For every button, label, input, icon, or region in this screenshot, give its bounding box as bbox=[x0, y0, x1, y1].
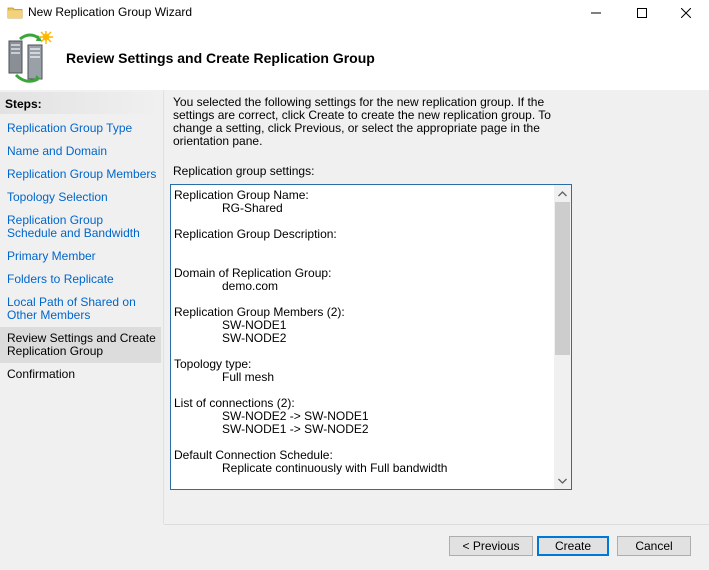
step-topology-selection[interactable]: Topology Selection bbox=[7, 191, 157, 204]
page-title: Review Settings and Create Replication G… bbox=[66, 50, 375, 66]
wizard-folder-icon bbox=[7, 7, 23, 19]
vertical-scrollbar[interactable] bbox=[554, 185, 571, 489]
step-replication-group-members[interactable]: Replication Group Members bbox=[7, 168, 157, 181]
window-title: New Replication Group Wizard bbox=[28, 5, 193, 19]
close-button[interactable] bbox=[663, 0, 709, 26]
close-icon bbox=[681, 8, 691, 18]
title-bar: New Replication Group Wizard bbox=[0, 0, 709, 26]
cancel-button[interactable]: Cancel bbox=[617, 536, 691, 556]
name-value: RG-Shared bbox=[222, 201, 283, 215]
step-confirmation: Confirmation bbox=[7, 367, 76, 381]
maximize-button[interactable] bbox=[619, 0, 665, 26]
connection-item: SW-NODE1 -> SW-NODE2 bbox=[222, 422, 369, 436]
description-label: Replication Group Description: bbox=[174, 227, 337, 241]
step-name-and-domain[interactable]: Name and Domain bbox=[7, 145, 157, 158]
topology-value: Full mesh bbox=[222, 370, 275, 384]
chevron-up-icon bbox=[558, 190, 567, 196]
wizard-footer: < Previous Create Cancel bbox=[0, 525, 709, 570]
intro-text: You selected the following settings for … bbox=[173, 95, 551, 148]
domain-value: demo.com bbox=[222, 279, 279, 293]
previous-button[interactable]: < Previous bbox=[449, 536, 533, 556]
steps-pane: Steps: Replication Group Type Name and D… bbox=[0, 90, 162, 524]
step-local-path-other-members[interactable]: Local Path of Shared on Other Members bbox=[7, 296, 157, 322]
maximize-icon bbox=[637, 8, 647, 18]
steps-heading: Steps: bbox=[0, 92, 161, 114]
step-schedule-and-bandwidth[interactable]: Replication Group Schedule and Bandwidth bbox=[7, 214, 147, 240]
wizard-header: Review Settings and Create Replication G… bbox=[0, 26, 709, 90]
settings-label: Replication group settings: bbox=[173, 164, 315, 178]
create-button[interactable]: Create bbox=[537, 536, 609, 556]
steps-heading-label: Steps: bbox=[5, 97, 42, 111]
wizard-body: Steps: Replication Group Type Name and D… bbox=[0, 90, 709, 570]
step-replication-group-type[interactable]: Replication Group Type bbox=[7, 122, 157, 135]
minimize-icon bbox=[591, 12, 601, 14]
replication-servers-icon bbox=[8, 31, 53, 83]
chevron-down-icon bbox=[558, 478, 567, 484]
step-review-settings-current: Review Settings and Create Replication G… bbox=[0, 327, 161, 363]
scroll-down-button[interactable] bbox=[554, 472, 571, 489]
content-pane: You selected the following settings for … bbox=[164, 90, 709, 524]
scroll-up-button[interactable] bbox=[554, 185, 571, 202]
step-primary-member[interactable]: Primary Member bbox=[7, 250, 157, 263]
scrollbar-thumb[interactable] bbox=[555, 202, 570, 355]
member-item: SW-NODE2 bbox=[222, 331, 287, 345]
minimize-button[interactable] bbox=[573, 0, 619, 26]
step-folders-to-replicate[interactable]: Folders to Replicate bbox=[7, 273, 157, 286]
schedule-value: Replicate continuously with Full bandwid… bbox=[222, 461, 448, 475]
settings-textbox[interactable]: Replication Group Name: RG-Shared Replic… bbox=[170, 184, 572, 490]
